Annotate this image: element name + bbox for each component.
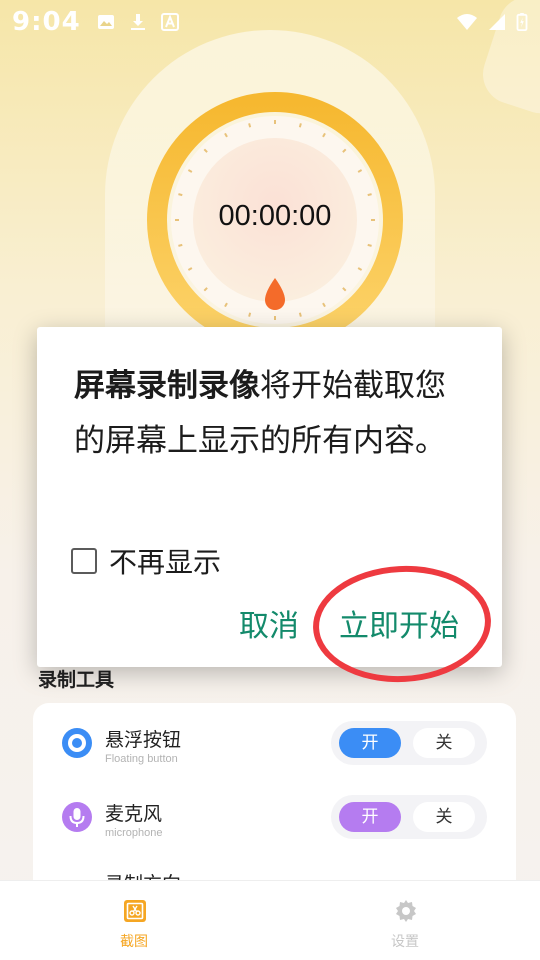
dont-show-again-label[interactable]: 不再显示: [109, 541, 221, 581]
dialog-message-app-name: 屏幕录制录像: [74, 368, 260, 404]
dont-show-again-row[interactable]: 不再显示: [71, 541, 221, 581]
dont-show-again-checkbox[interactable]: [71, 548, 97, 574]
cancel-button[interactable]: 取消: [239, 603, 299, 651]
dialog-message: 屏幕录制录像将开始截取您的屏幕上显示的所有内容。: [74, 359, 474, 469]
